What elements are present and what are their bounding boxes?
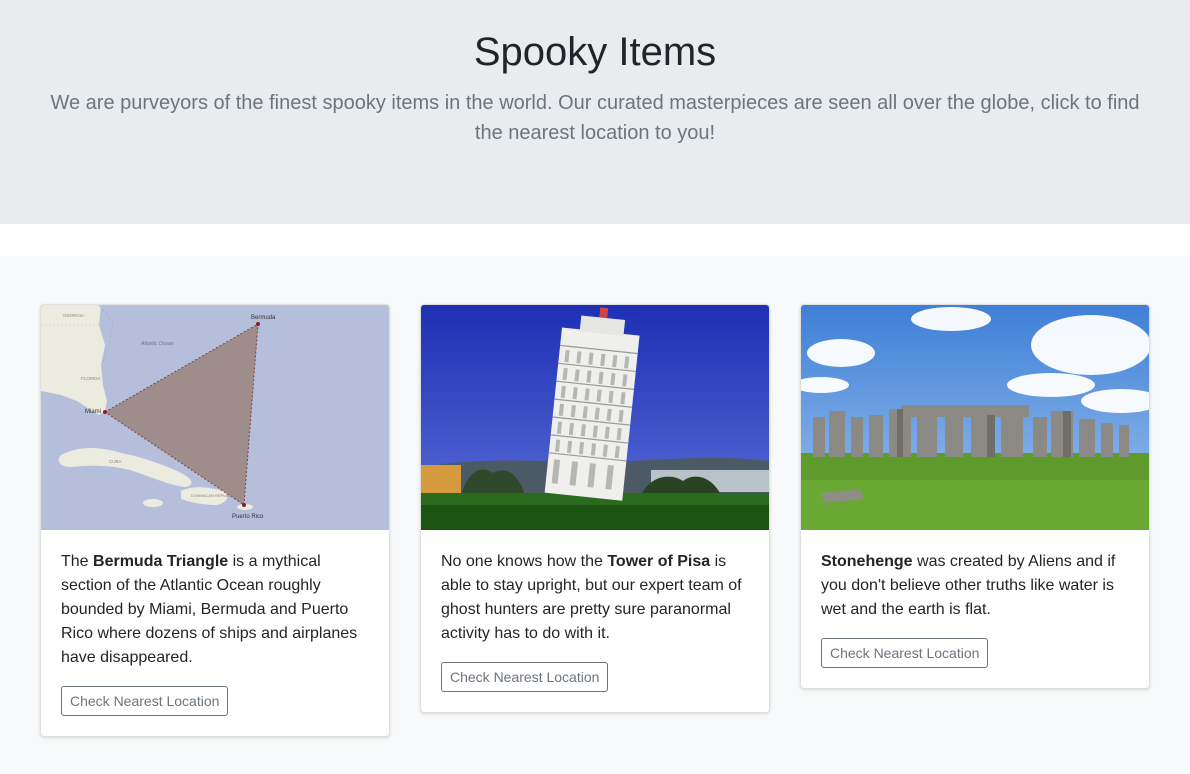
card-stonehenge: Stonehenge was created by Aliens and if …	[800, 304, 1150, 689]
card-body: The Bermuda Triangle is a mythical secti…	[41, 530, 389, 736]
page-title: Spooky Items	[473, 30, 717, 74]
check-nearest-location-button[interactable]: Check Nearest Location	[441, 662, 609, 692]
map-label-miami: Miami	[85, 409, 101, 415]
card-bermuda-triangle: Bermuda Miami Puerto Rico Atlantic Ocean…	[40, 304, 390, 737]
card-description: Stonehenge was created by Aliens and if …	[821, 550, 1129, 622]
map-label-dominican: DOMINICAN REPUBLIC	[191, 493, 235, 498]
card-text-prefix: No one knows how the	[441, 553, 608, 570]
stonehenge-image	[801, 305, 1149, 530]
map-label-florida: FLORIDA	[81, 376, 101, 381]
hero-lead: We are purveyors of the finest spooky it…	[50, 92, 1140, 144]
card-album: Bermuda Miami Puerto Rico Atlantic Ocean…	[0, 256, 1190, 774]
hero-jumbotron: Spooky Items We are purveyors of the fin…	[0, 0, 1190, 224]
card-body: No one knows how the Tower of Pisa is ab…	[421, 530, 769, 712]
check-nearest-location-button[interactable]: Check Nearest Location	[61, 686, 229, 716]
map-label-atlantic: Atlantic Ocean	[140, 341, 174, 347]
card-description: The Bermuda Triangle is a mythical secti…	[61, 550, 369, 670]
card-tower-of-pisa: No one knows how the Tower of Pisa is ab…	[420, 304, 770, 713]
map-label-cuba: CUBA	[109, 459, 122, 464]
card-text-prefix: The	[61, 553, 94, 570]
map-label-puerto-rico: Puerto Rico	[232, 514, 264, 520]
card-item-name: Stonehenge	[821, 553, 913, 570]
map-label-bermuda: Bermuda	[251, 315, 276, 321]
map-label-georgia: GEORGIA	[63, 313, 84, 318]
card-item-name: Bermuda Triangle	[93, 553, 229, 570]
card-description: No one knows how the Tower of Pisa is ab…	[441, 550, 749, 646]
card-body: Stonehenge was created by Aliens and if …	[801, 530, 1149, 688]
card-item-name: Tower of Pisa	[607, 553, 711, 570]
check-nearest-location-button[interactable]: Check Nearest Location	[821, 638, 989, 668]
bermuda-triangle-map-image: Bermuda Miami Puerto Rico Atlantic Ocean…	[41, 305, 389, 530]
tower-of-pisa-image	[421, 305, 769, 530]
